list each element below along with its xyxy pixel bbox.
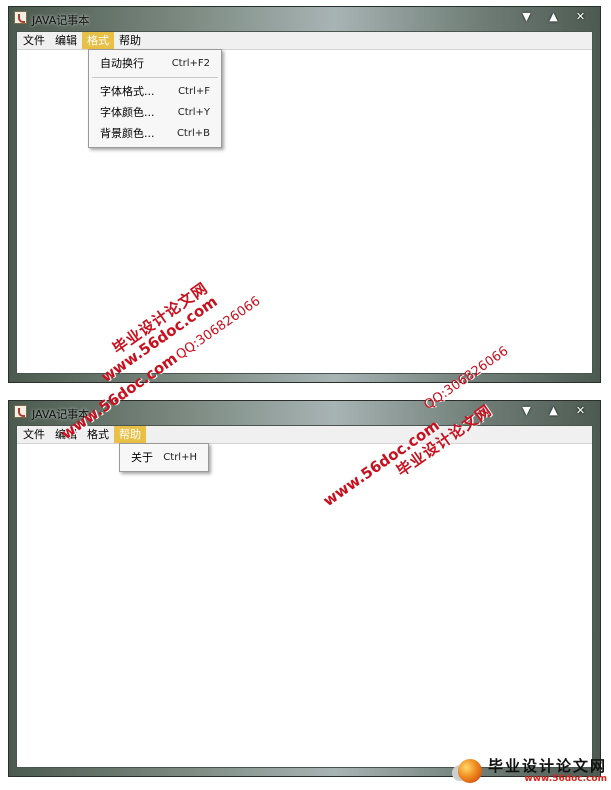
text-editor-area[interactable] <box>17 444 592 767</box>
menu-file[interactable]: 文件 <box>18 426 50 443</box>
menu-item-word-wrap[interactable]: 自动换行 Ctrl+F2 <box>89 53 221 74</box>
java-icon <box>14 11 27 24</box>
site-logo: 毕业设计论文网 www.56doc.com <box>457 756 607 784</box>
menu-item-label: 背景颜色... <box>100 127 155 140</box>
menu-help[interactable]: 帮助 <box>114 32 146 49</box>
client-area: 文件 编辑 格式 帮助 自动换行 Ctrl+F2 字体格式... Ctrl+F … <box>16 31 593 374</box>
logo-url: www.56doc.com <box>524 773 607 784</box>
menu-item-label: 关于 <box>131 451 153 464</box>
window-controls: ▼ ▲ ✕ <box>513 403 594 419</box>
menu-format[interactable]: 格式 <box>82 32 114 49</box>
menu-edit[interactable]: 编辑 <box>50 32 82 49</box>
client-area: 文件 编辑 格式 帮助 关于 Ctrl+H <box>16 425 593 768</box>
maximize-button[interactable]: ▲ <box>540 403 567 419</box>
menu-item-font-color[interactable]: 字体颜色... Ctrl+Y <box>89 102 221 123</box>
menu-item-shortcut: Ctrl+F2 <box>171 58 210 69</box>
close-button[interactable]: ✕ <box>567 403 594 419</box>
minimize-button[interactable]: ▼ <box>513 9 540 25</box>
menu-bar: 文件 编辑 格式 帮助 <box>17 32 592 50</box>
window-controls: ▼ ▲ ✕ <box>513 9 594 25</box>
menu-item-shortcut: Ctrl+Y <box>177 107 210 118</box>
logo-text: 毕业设计论文网 www.56doc.com <box>487 756 607 784</box>
menu-item-label: 自动换行 <box>100 57 144 70</box>
menu-bar: 文件 编辑 格式 帮助 <box>17 426 592 444</box>
notepad-window-1: JAVA记事本 ▼ ▲ ✕ 文件 编辑 格式 帮助 自动换行 Ctrl+F2 字… <box>8 6 601 383</box>
menu-item-font-format[interactable]: 字体格式... Ctrl+F <box>89 81 221 102</box>
menu-item-shortcut: Ctrl+H <box>163 452 197 463</box>
window-title: JAVA记事本 <box>32 14 90 27</box>
help-dropdown-menu: 关于 Ctrl+H <box>119 443 209 472</box>
logo-ball-icon <box>457 759 482 783</box>
menu-separator <box>92 77 218 78</box>
menu-item-label: 字体颜色... <box>100 106 155 119</box>
menu-item-label: 字体格式... <box>100 85 155 98</box>
menu-item-shortcut: Ctrl+B <box>176 128 210 139</box>
maximize-button[interactable]: ▲ <box>540 9 567 25</box>
menu-file[interactable]: 文件 <box>18 32 50 49</box>
logo-brand: 毕业设计论文网 <box>487 756 607 775</box>
format-dropdown-menu: 自动换行 Ctrl+F2 字体格式... Ctrl+F 字体颜色... Ctrl… <box>88 49 222 148</box>
menu-item-background-color[interactable]: 背景颜色... Ctrl+B <box>89 123 221 144</box>
menu-item-about[interactable]: 关于 Ctrl+H <box>120 447 208 468</box>
minimize-button[interactable]: ▼ <box>513 403 540 419</box>
notepad-window-2: JAVA记事本 ▼ ▲ ✕ 文件 编辑 格式 帮助 关于 Ctrl+H <box>8 400 601 777</box>
menu-item-shortcut: Ctrl+F <box>178 86 210 97</box>
title-bar[interactable]: JAVA记事本 ▼ ▲ ✕ <box>9 7 600 31</box>
close-button[interactable]: ✕ <box>567 9 594 25</box>
java-icon <box>14 405 27 418</box>
menu-help[interactable]: 帮助 <box>114 426 146 443</box>
